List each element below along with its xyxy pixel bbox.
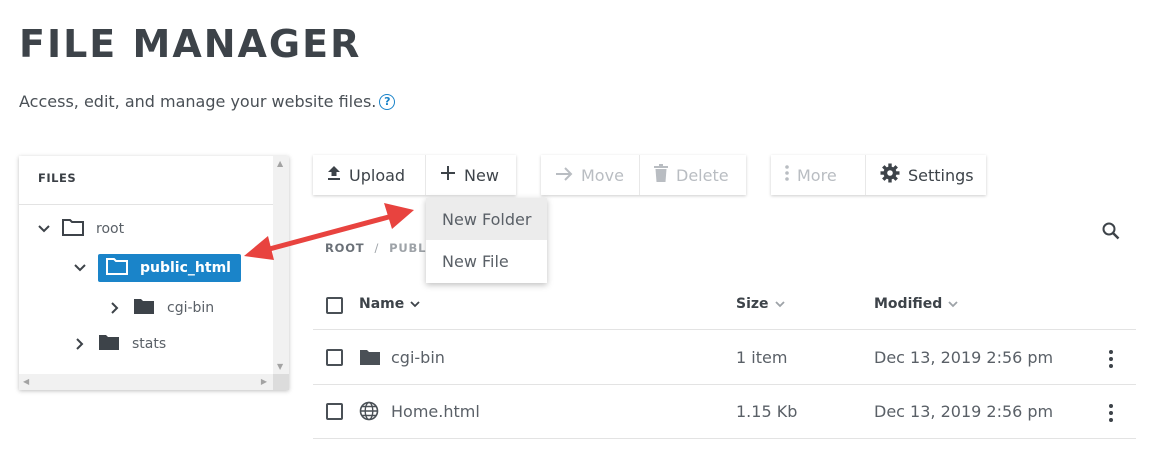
vertical-scrollbar[interactable]: ▲ ▼: [273, 156, 289, 374]
search-icon[interactable]: [1102, 222, 1120, 244]
row-actions-icon[interactable]: [1109, 404, 1113, 425]
column-size-label: Size: [736, 296, 769, 312]
chevron-down-icon: [774, 296, 785, 312]
chevron-right-icon[interactable]: [107, 300, 123, 316]
delete-button[interactable]: Delete: [640, 155, 746, 195]
table-header: Name Size Modified: [313, 282, 1136, 330]
upload-button[interactable]: Upload: [313, 155, 426, 195]
row-checkbox[interactable]: [326, 349, 343, 366]
file-name[interactable]: cgi-bin: [391, 348, 445, 367]
toolbar-group-primary: Upload New: [313, 155, 516, 195]
chevron-down-icon[interactable]: [36, 221, 52, 237]
tree-header: FILES: [38, 171, 77, 185]
menu-item-new-folder[interactable]: New Folder: [426, 198, 547, 240]
tree-node-root[interactable]: root: [36, 218, 124, 240]
page-title: FILE MANAGER: [19, 22, 362, 66]
gear-icon: [880, 163, 900, 187]
folder-filled-icon: [133, 297, 155, 319]
more-label: More: [797, 165, 837, 185]
column-name-header[interactable]: Name: [359, 296, 420, 312]
column-name-label: Name: [359, 296, 405, 312]
menu-item-new-file[interactable]: New File: [426, 240, 547, 282]
folder-filled-icon: [98, 333, 120, 355]
breadcrumb-current: PUBL: [389, 241, 427, 255]
chevron-right-icon[interactable]: [72, 336, 88, 352]
file-size: 1 item: [736, 348, 788, 367]
breadcrumb-separator: /: [374, 241, 380, 255]
column-modified-label: Modified: [874, 296, 943, 312]
chevron-down-icon: [948, 296, 958, 312]
table-row[interactable]: Home.html 1.15 Kb Dec 13, 2019 2:56 pm: [313, 385, 1136, 439]
scroll-down-icon[interactable]: ▼: [277, 362, 283, 371]
file-name[interactable]: Home.html: [391, 402, 480, 421]
breadcrumb-root[interactable]: ROOT: [325, 241, 364, 255]
folder-filled-icon: [359, 348, 381, 370]
row-checkbox[interactable]: [326, 403, 343, 420]
plus-icon: [440, 165, 456, 185]
upload-label: Upload: [349, 165, 406, 185]
folder-outline-icon: [62, 218, 84, 240]
column-size-header[interactable]: Size: [736, 296, 785, 312]
tree-node-stats[interactable]: stats: [72, 333, 166, 355]
tree-node-label: root: [96, 221, 125, 237]
chevron-down-icon[interactable]: [72, 260, 88, 276]
settings-label: Settings: [908, 165, 974, 185]
move-button[interactable]: Move: [541, 155, 640, 195]
new-label: New: [464, 165, 499, 185]
tree-node-label: cgi-bin: [167, 300, 215, 316]
file-modified: Dec 13, 2019 2:56 pm: [874, 402, 1054, 421]
column-modified-header[interactable]: Modified: [874, 296, 958, 312]
upload-icon: [327, 165, 341, 185]
move-label: Move: [581, 165, 624, 185]
more-button[interactable]: More: [771, 155, 866, 195]
scroll-up-icon[interactable]: ▲: [277, 159, 283, 168]
question-circle-icon[interactable]: ?: [379, 93, 396, 110]
settings-button[interactable]: Settings: [866, 155, 986, 195]
new-button[interactable]: New: [426, 155, 516, 195]
folder-outline-icon: [106, 257, 128, 279]
breadcrumb: ROOT / PUBL: [325, 241, 426, 255]
select-all-checkbox[interactable]: [326, 297, 343, 314]
tree-node-public-html[interactable]: public_html: [72, 254, 241, 282]
more-vertical-icon: [785, 165, 789, 185]
selected-folder[interactable]: public_html: [98, 254, 241, 282]
toolbar-group-edit: Move Delete: [541, 155, 746, 195]
scroll-corner: [273, 374, 289, 390]
tree-node-label: public_html: [140, 260, 231, 276]
file-size: 1.15 Kb: [736, 402, 798, 421]
delete-label: Delete: [676, 165, 729, 185]
globe-icon: [359, 401, 379, 425]
trash-icon: [654, 164, 668, 186]
tree-node-cgi-bin[interactable]: cgi-bin: [107, 297, 214, 319]
arrow-right-icon: [555, 166, 573, 185]
toolbar-group-more: More Settings: [771, 155, 986, 195]
scroll-left-icon[interactable]: ◀: [23, 377, 29, 386]
table-row[interactable]: cgi-bin 1 item Dec 13, 2019 2:56 pm: [313, 331, 1136, 385]
files-tree-panel: FILES root public_html cgi-bin stats ▲ ▼…: [19, 156, 289, 390]
tree-node-label: stats: [132, 336, 167, 352]
row-actions-icon[interactable]: [1109, 350, 1113, 371]
file-modified: Dec 13, 2019 2:56 pm: [874, 348, 1054, 367]
subtitle-text: Access, edit, and manage your website fi…: [19, 92, 377, 111]
scroll-right-icon[interactable]: ▶: [261, 377, 267, 386]
new-dropdown-menu: New Folder New File: [426, 198, 547, 283]
page-subtitle: Access, edit, and manage your website fi…: [19, 92, 396, 111]
divider: [19, 204, 273, 205]
horizontal-scrollbar[interactable]: ◀ ▶: [19, 374, 273, 390]
chevron-down-icon: [410, 296, 420, 312]
